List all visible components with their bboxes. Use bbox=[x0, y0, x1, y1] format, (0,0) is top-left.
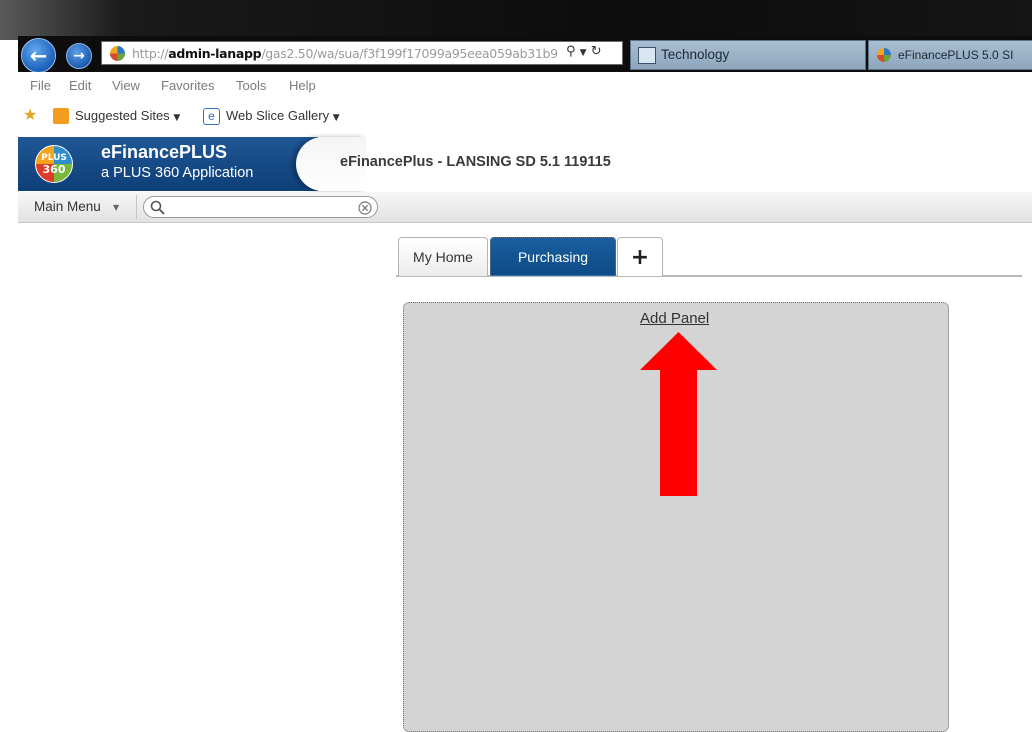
chevron-down-icon[interactable]: ▼ bbox=[113, 203, 119, 212]
tab-label: My Home bbox=[413, 249, 473, 265]
plus-icon: + bbox=[630, 244, 650, 270]
favorite-label: Suggested Sites bbox=[75, 108, 170, 123]
menu-tools[interactable]: Tools bbox=[236, 78, 266, 93]
search-icon[interactable]: ⚲ bbox=[566, 44, 576, 59]
site-favicon-icon bbox=[877, 48, 891, 62]
tab-label: Purchasing bbox=[517, 248, 589, 265]
url-text[interactable]: http://admin-lanapp/gas2.50/wa/sua/f3f19… bbox=[132, 46, 558, 61]
browser-tab-label: Technology bbox=[661, 47, 730, 62]
browser-menu-bar: File Edit View Favorites Tools Help bbox=[18, 72, 1032, 98]
plus360-logo: PLUS 360 bbox=[35, 145, 73, 183]
site-favicon-icon bbox=[110, 46, 125, 61]
search-input[interactable] bbox=[168, 199, 357, 217]
brand-subtitle: a PLUS 360 Application bbox=[101, 165, 254, 181]
forward-button[interactable]: → bbox=[66, 43, 92, 69]
browser-tab-label: eFinancePLUS 5.0 SI bbox=[898, 48, 1014, 62]
browser-title-bar bbox=[0, 0, 1032, 40]
browser-tab-technology[interactable]: Technology bbox=[630, 40, 866, 70]
ie-icon: e bbox=[203, 108, 220, 125]
address-bar-actions: ⚲ ▼ ↻ bbox=[566, 44, 602, 59]
search-icon bbox=[150, 200, 165, 215]
menu-file[interactable]: File bbox=[30, 78, 51, 93]
page-icon bbox=[638, 47, 656, 64]
tab-my-home[interactable]: My Home bbox=[398, 237, 488, 276]
favorites-bar: ★ Suggested Sites ▼ e Web Slice Gallery … bbox=[18, 99, 1032, 135]
menu-view[interactable]: View bbox=[112, 78, 140, 93]
dropdown-caret-icon: ▼ bbox=[173, 113, 181, 123]
favorites-star-icon[interactable]: ★ bbox=[23, 105, 37, 124]
url-prefix: http:// bbox=[132, 46, 169, 61]
add-tab-button[interactable]: + bbox=[617, 237, 663, 276]
favorite-web-slice-gallery[interactable]: Web Slice Gallery ▼ bbox=[226, 108, 340, 123]
favorite-label: Web Slice Gallery bbox=[226, 108, 330, 123]
favorite-suggested-sites[interactable]: Suggested Sites ▼ bbox=[75, 108, 180, 123]
dropdown-caret-icon[interactable]: ▼ bbox=[580, 48, 587, 58]
clear-search-icon[interactable] bbox=[358, 201, 372, 215]
environment-title: eFinancePlus - LANSING SD 5.1 119115 bbox=[340, 154, 611, 170]
menu-favorites[interactable]: Favorites bbox=[161, 78, 214, 93]
refresh-icon[interactable]: ↻ bbox=[591, 44, 602, 59]
arrow-left-icon: ← bbox=[29, 43, 48, 68]
url-host: admin-lanapp bbox=[168, 46, 262, 61]
logo-text-bottom: 360 bbox=[42, 163, 66, 176]
menu-edit[interactable]: Edit bbox=[69, 78, 91, 93]
search-box[interactable] bbox=[143, 196, 378, 218]
main-menu-button[interactable]: Main Menu bbox=[34, 199, 101, 214]
menu-help[interactable]: Help bbox=[289, 78, 316, 93]
brand-name: eFinancePLUS bbox=[101, 142, 228, 162]
dropdown-caret-icon: ▼ bbox=[332, 113, 340, 123]
bing-icon bbox=[53, 108, 69, 124]
url-path: /gas2.50/wa/sua/f3f199f17099a95eea059ab3… bbox=[261, 46, 558, 61]
address-bar[interactable]: http://admin-lanapp/gas2.50/wa/sua/f3f19… bbox=[101, 41, 623, 65]
tab-purchasing[interactable]: Purchasing bbox=[490, 237, 616, 276]
toolbar-divider bbox=[136, 195, 137, 219]
browser-tab-efinance[interactable]: eFinancePLUS 5.0 SI bbox=[868, 40, 1032, 70]
back-button[interactable]: ← bbox=[21, 38, 56, 73]
add-panel-link[interactable]: Add Panel bbox=[640, 310, 709, 327]
arrow-right-icon: → bbox=[73, 48, 85, 64]
red-arrow-annotation bbox=[640, 332, 717, 496]
